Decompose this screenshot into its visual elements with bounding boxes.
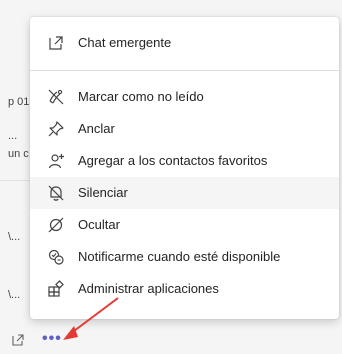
menu-item-mark-unread[interactable]: Marcar como no leído <box>30 81 339 113</box>
menu-item-label: Ocultar <box>78 217 120 232</box>
menu-item-label: Chat emergente <box>78 35 172 50</box>
chat-preview-fragment: \... <box>8 231 21 243</box>
menu-item-label: Notificarme cuando esté disponible <box>78 249 281 264</box>
list-divider <box>0 180 30 181</box>
chat-preview-fragment: p 01 <box>8 96 30 108</box>
menu-item-label: Silenciar <box>78 185 128 200</box>
menu-item-label: Anclar <box>78 121 115 136</box>
pin-icon <box>48 121 64 137</box>
context-menu: Chat emergente Marcar como no leído Ancl… <box>30 17 339 319</box>
add-favorite-contact-icon <box>48 154 64 169</box>
chat-preview-fragment: un c <box>8 148 29 160</box>
chat-preview-fragment: ... <box>8 130 18 142</box>
notify-available-icon <box>48 249 64 265</box>
popout-icon <box>49 36 63 50</box>
more-options-button[interactable]: ••• <box>42 330 62 348</box>
menu-separator <box>30 70 339 71</box>
menu-item-label: Agregar a los contactos favoritos <box>78 153 268 168</box>
popout-icon[interactable] <box>10 332 26 348</box>
chat-preview-fragment: \... <box>8 289 21 301</box>
manage-apps-icon <box>48 280 64 297</box>
menu-item-pin[interactable]: Anclar <box>30 113 339 145</box>
menu-item-label: Administrar aplicaciones <box>78 281 219 296</box>
menu-item-add-favorite-contact[interactable]: Agregar a los contactos favoritos <box>30 145 339 177</box>
mute-bell-icon <box>48 185 64 201</box>
menu-item-notify-available[interactable]: Notificarme cuando esté disponible <box>30 241 339 273</box>
menu-item-mute[interactable]: Silenciar <box>30 177 339 209</box>
menu-item-chat-emergente[interactable]: Chat emergente <box>30 27 339 59</box>
chat-item-actions: ••• <box>0 330 342 354</box>
menu-item-label: Marcar como no leído <box>78 89 204 104</box>
mark-unread-icon <box>48 89 64 105</box>
menu-item-hide[interactable]: Ocultar <box>30 209 339 241</box>
hide-icon <box>48 217 64 233</box>
menu-item-manage-apps[interactable]: Administrar aplicaciones <box>30 273 339 305</box>
